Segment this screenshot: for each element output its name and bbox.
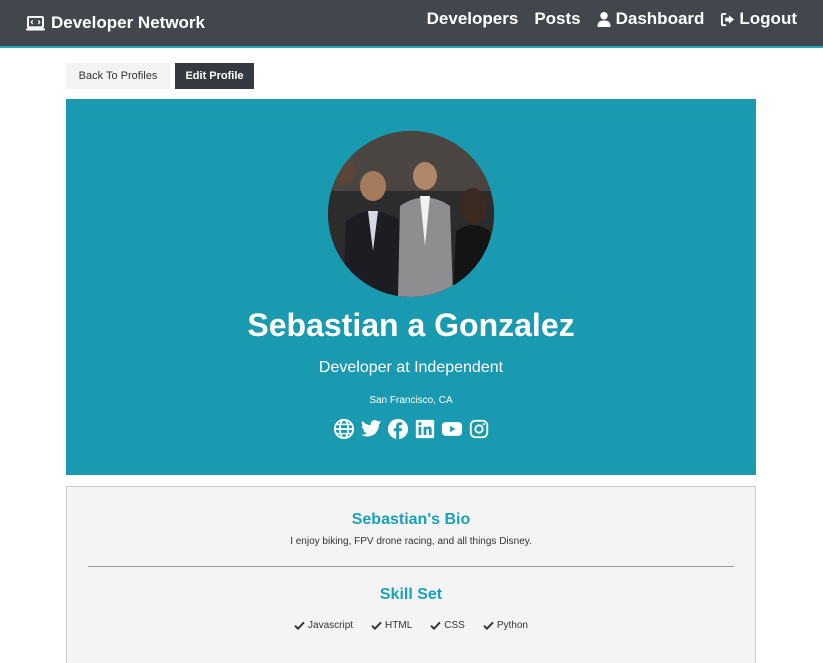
bio-text: I enjoy biking, FPV drone racing, and al… — [290, 536, 532, 547]
profile-top: Sebastian a Gonzalez Developer at Indepe… — [66, 99, 756, 475]
skill-item: Python — [483, 620, 528, 631]
profile-actions: Back To Profiles Edit Profile — [66, 63, 254, 89]
skill-label: CSS — [444, 620, 465, 631]
brand-label: Developer Network — [51, 13, 205, 32]
skill-item: CSS — [430, 620, 465, 631]
profile-about: Sebastian's Bio I enjoy biking, FPV dron… — [66, 486, 756, 663]
globe-icon[interactable] — [333, 418, 355, 440]
edit-profile-button[interactable]: Edit Profile — [175, 63, 254, 89]
profile-location: San Francisco, CA — [369, 395, 453, 406]
navbar: Developer Network Developers Posts Dashb… — [0, 0, 823, 48]
divider — [88, 566, 734, 567]
linkedin-icon[interactable] — [414, 418, 436, 440]
user-icon — [597, 11, 612, 27]
check-icon — [294, 621, 305, 631]
check-icon — [483, 621, 494, 631]
nav-posts-link[interactable]: Posts — [534, 9, 580, 29]
skill-item: Javascript — [294, 620, 353, 631]
skill-item: HTML — [371, 620, 412, 631]
bio-heading: Sebastian's Bio — [351, 511, 471, 528]
social-links — [66, 418, 756, 440]
skills-list: Javascript HTML CSS Python — [67, 620, 755, 631]
sign-out-icon — [720, 12, 735, 27]
nav-dashboard-label: Dashboard — [615, 9, 705, 28]
nav-developers-link[interactable]: Developers — [427, 9, 519, 29]
nav-posts-label: Posts — [534, 9, 581, 28]
check-icon — [371, 621, 382, 631]
skills-heading: Skill Set — [379, 586, 443, 603]
avatar — [328, 131, 494, 297]
check-icon — [430, 621, 441, 631]
brand-link[interactable]: Developer Network — [26, 13, 205, 33]
youtube-icon[interactable] — [441, 418, 463, 440]
nav-logout-label: Logout — [739, 9, 797, 28]
twitter-icon[interactable] — [360, 418, 382, 440]
profile-name: Sebastian a Gonzalez — [247, 307, 575, 343]
skill-label: Python — [496, 620, 528, 631]
back-to-profiles-button[interactable]: Back To Profiles — [66, 63, 170, 89]
nav-dashboard-link[interactable]: Dashboard — [597, 9, 705, 29]
nav-developers-label: Developers — [426, 9, 519, 28]
profile-title: Developer at Independent — [318, 359, 504, 376]
nav-links: Developers Posts Dashboard Logout — [427, 9, 797, 29]
nav-logout-link[interactable]: Logout — [720, 9, 797, 29]
instagram-icon[interactable] — [468, 418, 490, 440]
facebook-icon[interactable] — [387, 418, 409, 440]
skill-label: HTML — [385, 620, 413, 631]
laptop-code-icon — [26, 15, 45, 31]
skill-label: Javascript — [308, 620, 354, 631]
